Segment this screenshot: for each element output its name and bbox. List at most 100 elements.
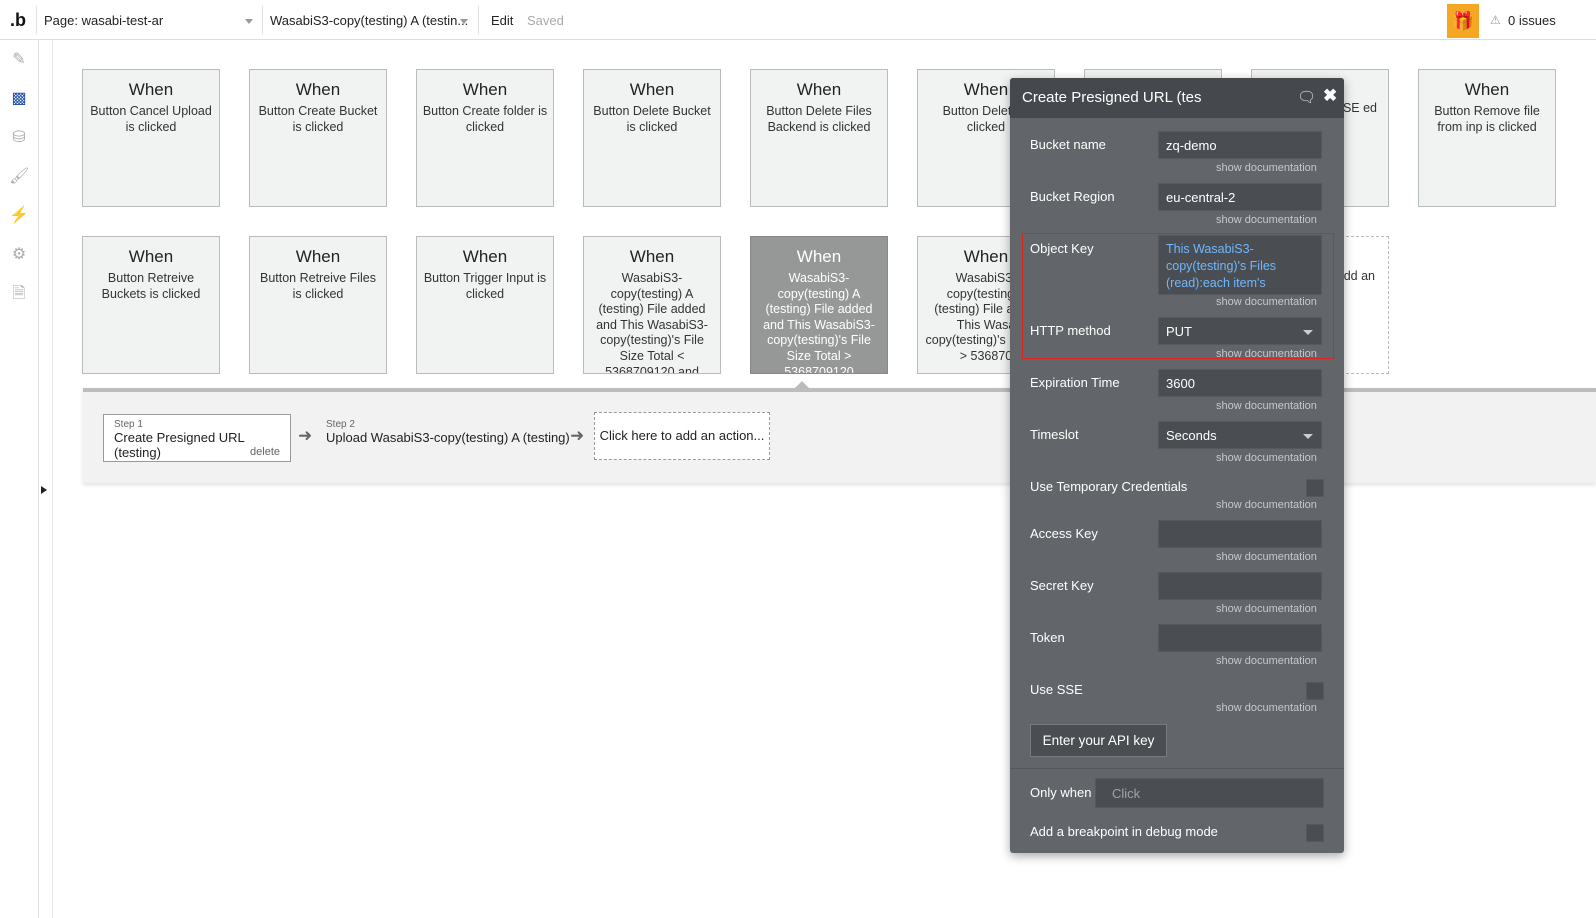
- access-key-input[interactable]: [1158, 520, 1322, 548]
- show-documentation-link[interactable]: show documentation: [1216, 551, 1317, 563]
- object-key-input[interactable]: This WasabiS3-copy(testing)'s Files (rea…: [1158, 235, 1322, 295]
- delete-step-link[interactable]: delete: [250, 446, 280, 458]
- divider: [1010, 768, 1344, 769]
- show-documentation-link[interactable]: show documentation: [1216, 214, 1317, 226]
- card-when-label: When: [796, 80, 842, 99]
- token-input[interactable]: [1158, 624, 1322, 652]
- card-when-label: When: [462, 80, 508, 99]
- card-description: WasabiS3-copy(testing) A (testing) File …: [763, 271, 875, 374]
- card-when-label: When: [629, 247, 675, 266]
- workflow-card[interactable]: When Button Remove file from inp is click…: [1418, 69, 1556, 207]
- show-documentation-link[interactable]: show documentation: [1216, 400, 1317, 412]
- card-description: Button Remove file from inp is clicked: [1434, 104, 1540, 134]
- show-documentation-link[interactable]: show documentation: [1216, 603, 1317, 615]
- only-when-input[interactable]: Click: [1095, 778, 1324, 808]
- divider: [52, 40, 53, 918]
- action-steps-bar: Step 1 Create Presigned URL (testing) de…: [83, 388, 1596, 483]
- workflow-card[interactable]: When Button Delete Files Backend is click…: [750, 69, 888, 207]
- workflow-card[interactable]: When Button Create Bucket is clicked: [249, 69, 387, 207]
- token-label: Token: [1030, 630, 1065, 645]
- show-documentation-link[interactable]: show documentation: [1216, 296, 1317, 308]
- workflow-card[interactable]: When Button Retreive Files is clicked: [249, 236, 387, 374]
- chevron-down-icon: [1303, 434, 1313, 439]
- use-temp-credentials-checkbox[interactable]: [1306, 479, 1324, 497]
- card-description: Button Delete Bucket is clicked: [593, 104, 711, 134]
- workflow-card[interactable]: When Button Trigger Input is clicked: [416, 236, 554, 374]
- card-when-label: When: [295, 80, 341, 99]
- step-number: Step 2: [326, 419, 355, 430]
- bucket-name-input[interactable]: zq-demo: [1158, 131, 1322, 159]
- top-bar: .b Page: wasabi-test-ar WasabiS3-copy(te…: [0, 0, 1596, 40]
- breakpoint-checkbox[interactable]: [1306, 824, 1324, 842]
- bubble-logo[interactable]: .b: [10, 10, 26, 31]
- comment-icon[interactable]: 🗨: [1297, 88, 1316, 106]
- enter-api-key-button[interactable]: Enter your API key: [1030, 724, 1167, 757]
- only-when-label: Only when: [1030, 785, 1092, 800]
- workflow-card[interactable]: When Button Create folder is clicked: [416, 69, 554, 207]
- chevron-down-icon[interactable]: [245, 19, 253, 24]
- show-documentation-link[interactable]: show documentation: [1216, 452, 1317, 464]
- gift-icon[interactable]: 🎁: [1447, 4, 1479, 38]
- step-number: Step 1: [114, 419, 143, 430]
- http-method-label: HTTP method: [1030, 323, 1111, 338]
- warning-icon: ⚠: [1490, 13, 1501, 27]
- show-documentation-link[interactable]: show documentation: [1216, 702, 1317, 714]
- card-when-label: When: [295, 247, 341, 266]
- workflow-selector[interactable]: WasabiS3-copy(testing) A (testin...: [270, 13, 468, 28]
- design-tab-icon[interactable]: ✎: [9, 50, 29, 70]
- bucket-region-input[interactable]: eu-central-2: [1158, 183, 1322, 211]
- workflow-card[interactable]: When Button Cancel Upload is clicked: [82, 69, 220, 207]
- breakpoint-label: Add a breakpoint in debug mode: [1030, 824, 1218, 839]
- http-method-dropdown[interactable]: PUT: [1158, 317, 1322, 345]
- divider: [36, 6, 37, 34]
- card-description: Button Retreive Files is clicked: [259, 271, 377, 301]
- card-description: Button Trigger Input is clicked: [423, 271, 547, 301]
- card-when-label: When: [128, 80, 174, 99]
- card-when-label: When: [1464, 80, 1510, 99]
- use-sse-checkbox[interactable]: [1306, 682, 1324, 700]
- chevron-down-icon: [1303, 330, 1313, 335]
- bucket-name-label: Bucket name: [1030, 137, 1106, 152]
- workflow-tab-icon[interactable]: ▩: [9, 89, 29, 109]
- edit-menu[interactable]: Edit: [491, 13, 513, 28]
- arrow-right-icon: ➜: [570, 426, 585, 445]
- show-documentation-link[interactable]: show documentation: [1216, 348, 1317, 360]
- step-title: Upload WasabiS3-copy(testing) A (testing…: [326, 430, 570, 445]
- step-1[interactable]: Step 1 Create Presigned URL (testing) de…: [103, 414, 291, 462]
- left-sidebar: ✎ ▩ ⛁ 🖌 ⚡ ⚙ 🗎: [0, 40, 39, 918]
- show-documentation-link[interactable]: show documentation: [1216, 162, 1317, 174]
- expiration-time-input[interactable]: 3600: [1158, 369, 1322, 397]
- card-description: Button Create Bucket is clicked: [258, 104, 378, 134]
- workflow-card[interactable]: When Button Delete Bucket is clicked: [583, 69, 721, 207]
- divider: [478, 6, 479, 34]
- workflow-card[interactable]: When Button Retreive Buckets is clicked: [82, 236, 220, 374]
- save-status: Saved: [527, 13, 564, 28]
- divider: [262, 6, 263, 34]
- use-sse-label: Use SSE: [1030, 682, 1083, 697]
- card-description: Button Delete Files Backend is clicked: [766, 104, 872, 134]
- settings-tab-icon[interactable]: ⚙: [9, 245, 29, 265]
- close-icon[interactable]: ✖: [1323, 86, 1337, 106]
- add-action-button[interactable]: Click here to add an action...: [594, 412, 770, 460]
- card-when-label: When: [629, 80, 675, 99]
- card-when-label: When: [128, 247, 174, 266]
- logs-tab-icon[interactable]: 🗎: [9, 284, 29, 304]
- show-documentation-link[interactable]: show documentation: [1216, 655, 1317, 667]
- panel-header[interactable]: Create Presigned URL (tes 🗨 ✖: [1010, 78, 1344, 118]
- step-2[interactable]: Step 2 Upload WasabiS3-copy(testing) A (…: [326, 419, 570, 445]
- expand-panel-icon[interactable]: [41, 486, 47, 494]
- secret-key-input[interactable]: [1158, 572, 1322, 600]
- timeslot-dropdown[interactable]: Seconds: [1158, 421, 1322, 449]
- data-tab-icon[interactable]: ⛁: [9, 128, 29, 148]
- styles-tab-icon[interactable]: 🖌: [9, 167, 29, 187]
- show-documentation-link[interactable]: show documentation: [1216, 499, 1317, 511]
- plugins-tab-icon[interactable]: ⚡: [9, 206, 29, 226]
- http-method-value: PUT: [1166, 324, 1192, 339]
- chevron-down-icon[interactable]: [460, 19, 468, 24]
- card-when-label: When: [462, 247, 508, 266]
- issues-counter[interactable]: 0 issues: [1508, 13, 1556, 28]
- bucket-region-label: Bucket Region: [1030, 189, 1115, 204]
- workflow-card[interactable]: When WasabiS3-copy(testing) A (testing) F…: [583, 236, 721, 374]
- workflow-card-selected[interactable]: When WasabiS3-copy(testing) A (testing) F…: [750, 236, 888, 374]
- page-selector[interactable]: Page: wasabi-test-ar: [44, 13, 163, 28]
